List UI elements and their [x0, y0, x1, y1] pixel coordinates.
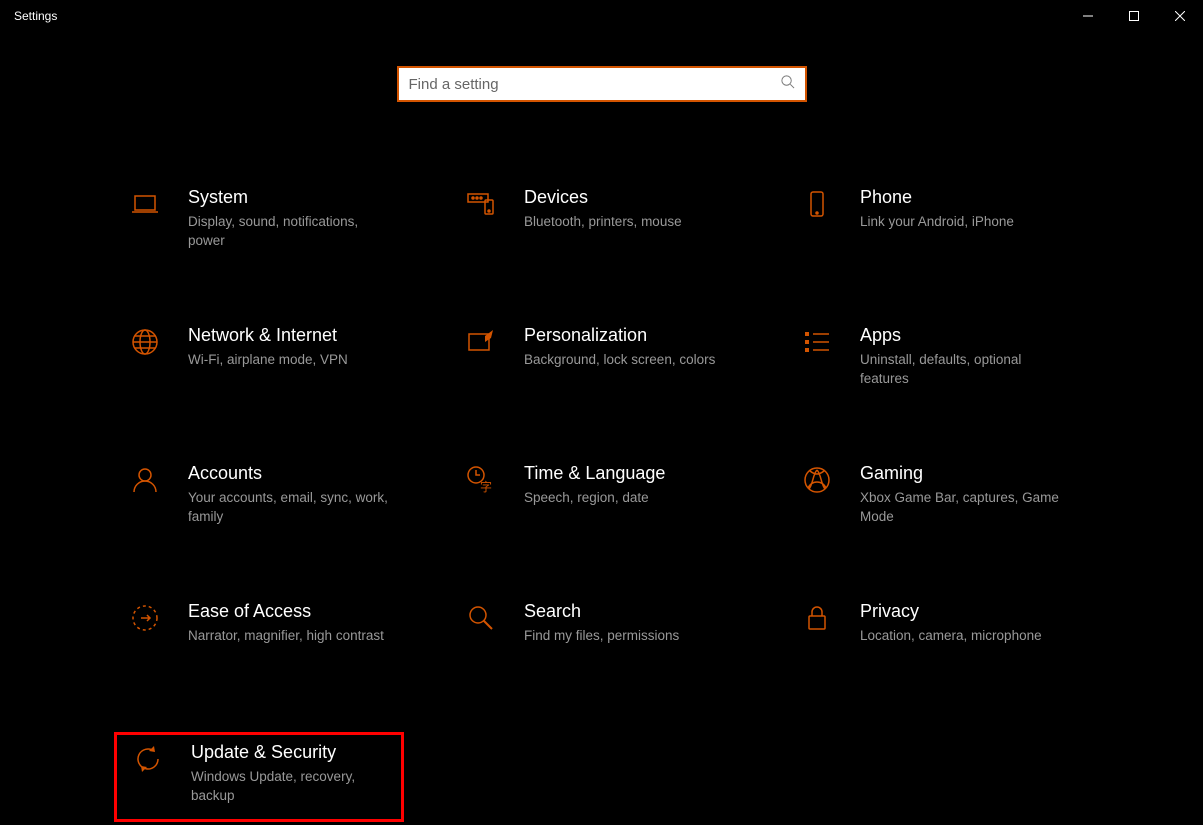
tile-desc: Xbox Game Bar, captures, Game Mode: [860, 489, 1060, 525]
settings-grid: System Display, sound, notifications, po…: [114, 180, 1203, 822]
tile-desc: Display, sound, notifications, power: [188, 213, 388, 249]
tile-desc: Windows Update, recovery, backup: [191, 768, 391, 804]
person-icon: [124, 462, 166, 496]
tile-desc: Bluetooth, printers, mouse: [524, 213, 682, 231]
close-button[interactable]: [1157, 0, 1203, 32]
update-icon: [127, 741, 169, 775]
window-title: Settings: [14, 9, 57, 23]
tile-desc: Find my files, permissions: [524, 627, 679, 645]
tile-phone[interactable]: Phone Link your Android, iPhone: [786, 180, 1076, 270]
ease-access-icon: [124, 600, 166, 634]
tile-update-security[interactable]: Update & Security Windows Update, recove…: [114, 732, 404, 822]
tile-gaming[interactable]: Gaming Xbox Game Bar, captures, Game Mod…: [786, 456, 1076, 546]
tile-title: Network & Internet: [188, 324, 348, 347]
lock-icon: [796, 600, 838, 634]
tile-ease-of-access[interactable]: Ease of Access Narrator, magnifier, high…: [114, 594, 404, 684]
devices-icon: [460, 186, 502, 220]
tile-desc: Background, lock screen, colors: [524, 351, 715, 369]
tile-title: Personalization: [524, 324, 715, 347]
tile-network[interactable]: Network & Internet Wi-Fi, airplane mode,…: [114, 318, 404, 408]
xbox-icon: [796, 462, 838, 496]
tile-title: System: [188, 186, 388, 209]
apps-list-icon: [796, 324, 838, 358]
tile-title: Devices: [524, 186, 682, 209]
laptop-icon: [124, 186, 166, 220]
tile-title: Phone: [860, 186, 1014, 209]
window-controls: [1065, 0, 1203, 32]
magnifier-icon: [460, 600, 502, 634]
tile-title: Apps: [860, 324, 1060, 347]
tile-title: Privacy: [860, 600, 1042, 623]
tile-accounts[interactable]: Accounts Your accounts, email, sync, wor…: [114, 456, 404, 546]
time-language-icon: 字: [460, 462, 502, 496]
paintbrush-icon: [460, 324, 502, 358]
search-input[interactable]: [399, 68, 805, 100]
tile-title: Ease of Access: [188, 600, 384, 623]
search-box[interactable]: [397, 66, 807, 102]
tile-desc: Speech, region, date: [524, 489, 665, 507]
tile-privacy[interactable]: Privacy Location, camera, microphone: [786, 594, 1076, 684]
tile-desc: Narrator, magnifier, high contrast: [188, 627, 384, 645]
tile-search[interactable]: Search Find my files, permissions: [450, 594, 740, 684]
tile-desc: Wi-Fi, airplane mode, VPN: [188, 351, 348, 369]
search-icon: [780, 74, 795, 94]
tile-title: Time & Language: [524, 462, 665, 485]
minimize-button[interactable]: [1065, 0, 1111, 32]
tile-desc: Uninstall, defaults, optional features: [860, 351, 1060, 387]
tile-devices[interactable]: Devices Bluetooth, printers, mouse: [450, 180, 740, 270]
tile-desc: Link your Android, iPhone: [860, 213, 1014, 231]
tile-desc: Location, camera, microphone: [860, 627, 1042, 645]
tile-title: Search: [524, 600, 679, 623]
tile-desc: Your accounts, email, sync, work, family: [188, 489, 388, 525]
globe-icon: [124, 324, 166, 358]
tile-time-language[interactable]: 字 Time & Language Speech, region, date: [450, 456, 740, 546]
tile-personalization[interactable]: Personalization Background, lock screen,…: [450, 318, 740, 408]
maximize-button[interactable]: [1111, 0, 1157, 32]
tile-apps[interactable]: Apps Uninstall, defaults, optional featu…: [786, 318, 1076, 408]
tile-title: Update & Security: [191, 741, 391, 764]
tile-title: Accounts: [188, 462, 388, 485]
titlebar: Settings: [0, 0, 1203, 32]
phone-icon: [796, 186, 838, 220]
tile-system[interactable]: System Display, sound, notifications, po…: [114, 180, 404, 270]
tile-title: Gaming: [860, 462, 1060, 485]
svg-text:字: 字: [480, 479, 492, 494]
